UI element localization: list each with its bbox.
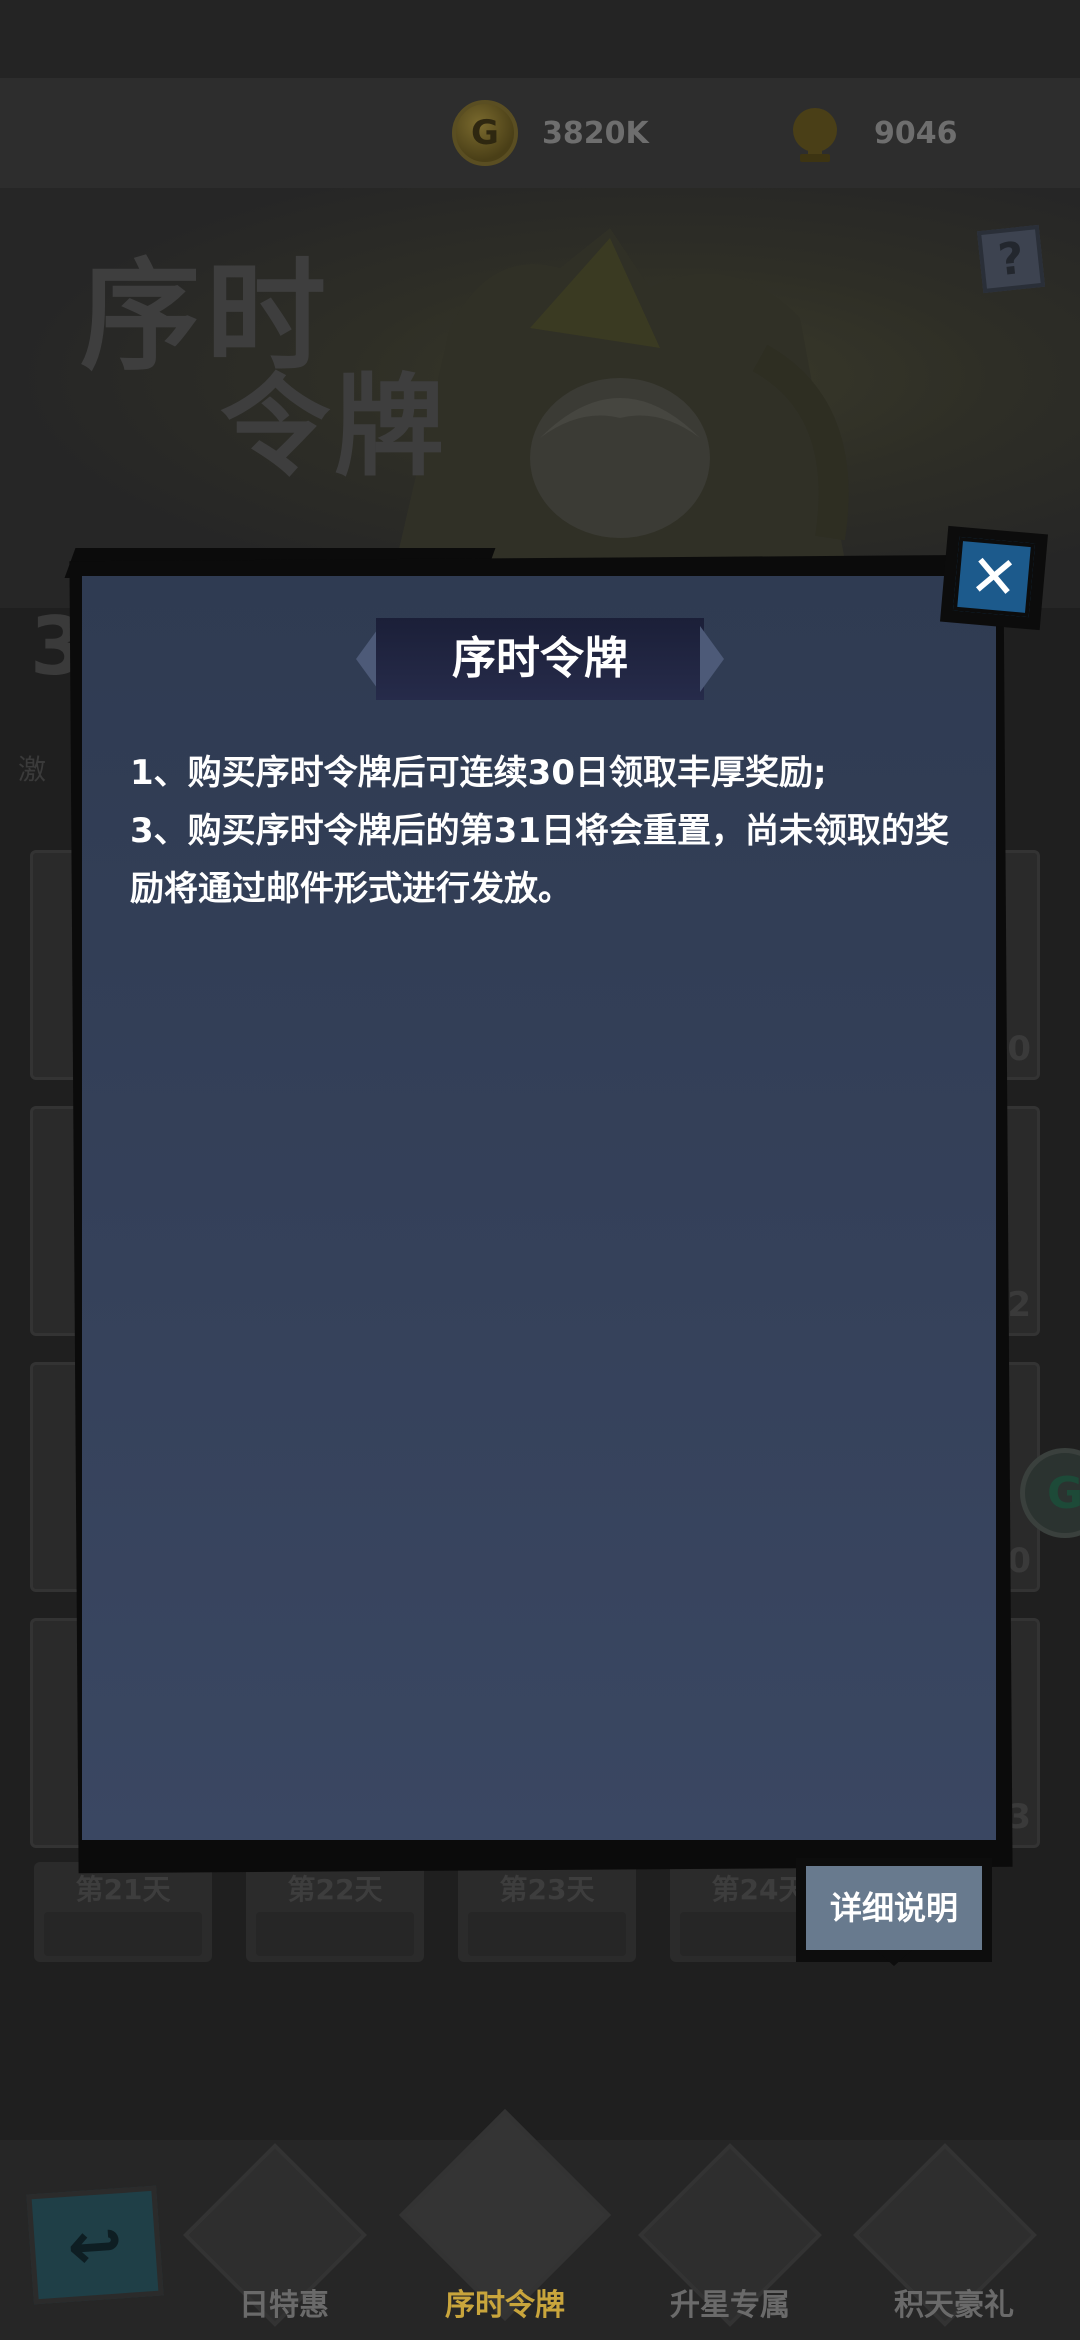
day-reward-slot [44,1912,202,1956]
day-reward-slot [256,1912,414,1956]
help-button[interactable]: ? [976,224,1046,294]
gold-coin-icon: G [452,100,518,166]
day-label: 第21天 [75,1873,171,1906]
rule-item: 1、购买序时令牌后可连续30日领取丰厚奖励; [130,753,827,793]
nav-item-timed-token[interactable]: 序时令牌 [420,2280,590,2324]
chevron-down-icon [876,1950,912,1966]
gold-currency: G 3820K [452,78,649,188]
nav-item-star-upgrade[interactable]: 升星专属 [660,2280,800,2324]
nav-item-daily-gift[interactable]: 积天豪礼 [874,2280,1034,2324]
close-button[interactable]: ✕ [940,525,1048,631]
banner-title-line2: 令牌 [220,363,448,491]
day-label: 第23天 [499,1873,595,1906]
day-cell[interactable]: 第22天 [246,1862,424,1962]
modal-title-banner: 序时令牌 [356,618,724,700]
hero-banner: 序时 令牌 [0,188,1080,608]
detail-button[interactable]: 详细说明 [796,1858,992,1976]
modal-title: 序时令牌 [452,633,628,684]
gold-amount: 3820K [542,115,649,151]
trophy-icon [780,98,850,168]
trophy-amount: 9046 [874,115,958,151]
day-reward-slot [468,1912,626,1956]
day-label: 第22天 [287,1873,383,1906]
rule-item: 3、购买序时令牌后的第31日将会重置，尚未领取的奖励将通过邮件形式进行发放。 [130,811,949,909]
trophy-currency: 9046 [780,78,958,188]
day-cell[interactable]: 第21天 [34,1862,212,1962]
reward-count: 2 [1007,1285,1031,1325]
back-arrow-icon[interactable]: ↩ [26,2185,164,2305]
close-icon: ✕ [952,536,1036,618]
detail-button-label: 详细说明 [829,1889,958,1927]
nav-item-daily-deal[interactable]: 日特惠 [234,2280,334,2324]
currency-bar: G 3820K 9046 [0,78,1080,188]
day-cell[interactable]: 第23天 [458,1862,636,1962]
status-strip [0,0,1080,78]
banner-title-line1: 序时 [80,248,332,387]
banner-title: 序时 令牌 [80,248,448,491]
rules-text: 1、购买序时令牌后可连续30日领取丰厚奖励; 3、购买序时令牌后的第31日将会重… [130,744,970,918]
bottom-nav: 日特惠 序时令牌 升星专属 积天豪礼 [0,2108,1080,2340]
side-label: 激 [18,753,47,786]
